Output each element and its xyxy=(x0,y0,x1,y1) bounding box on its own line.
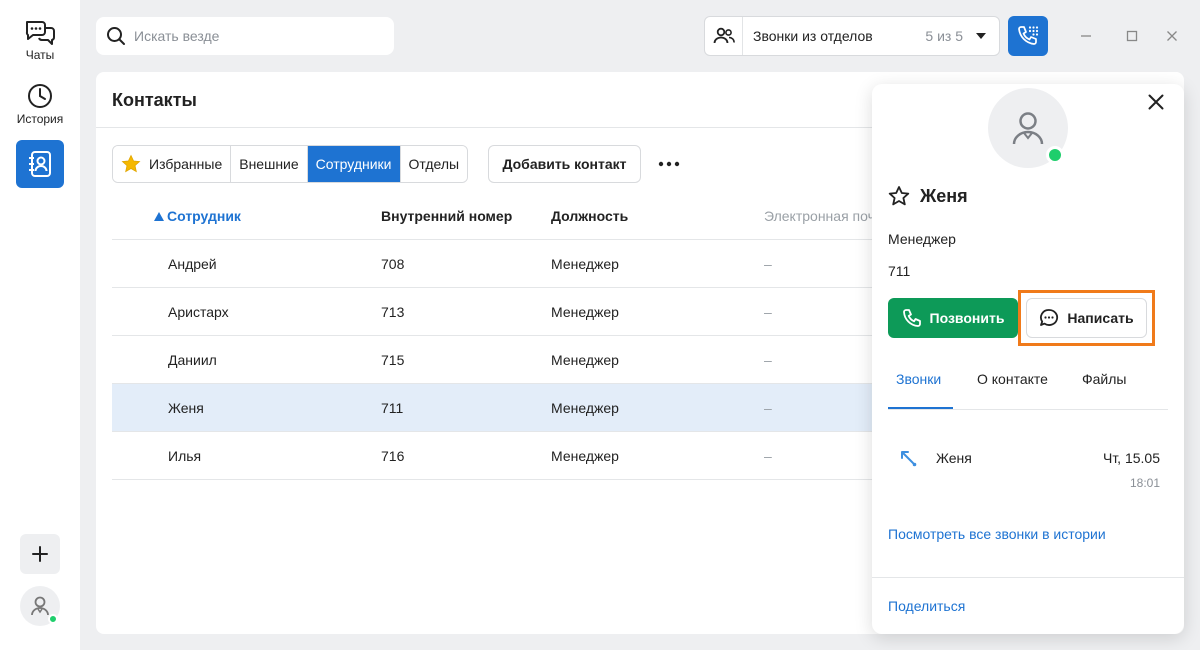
users-group-icon xyxy=(713,27,735,44)
cell-extension: 713 xyxy=(381,304,405,320)
add-contact-button[interactable]: Добавить контакт xyxy=(488,145,641,183)
cell-position: Менеджер xyxy=(551,256,619,272)
cell-name: Женя xyxy=(168,400,204,416)
left-rail: Чаты История xyxy=(0,0,80,650)
online-status-dot xyxy=(1046,146,1064,164)
plus-icon xyxy=(32,546,48,562)
maximize-icon xyxy=(1126,30,1138,42)
contact-name: Женя xyxy=(920,185,968,206)
call-time: 18:01 xyxy=(1129,476,1160,490)
cell-email: – xyxy=(764,304,772,320)
contact-card-tabs: Звонки О контакте Файлы xyxy=(888,368,1168,410)
write-message-label: Написать xyxy=(1067,310,1134,326)
filter-employees[interactable]: Сотрудники xyxy=(307,146,401,182)
rail-item-contacts[interactable] xyxy=(16,140,64,188)
rail-label-history: История xyxy=(16,112,64,126)
tab-files[interactable]: Файлы xyxy=(1082,371,1126,387)
contact-avatar xyxy=(988,88,1068,168)
column-header-email[interactable]: Электронная поч xyxy=(764,208,875,224)
rail-item-history[interactable]: История xyxy=(0,82,80,126)
filter-favorites-label: Избранные xyxy=(149,156,223,172)
cell-position: Менеджер xyxy=(551,400,619,416)
page-title: Контакты xyxy=(112,90,197,110)
contact-card: Женя Менеджер 711 Позвонить Написать Зво… xyxy=(872,84,1184,634)
cell-email: – xyxy=(764,352,772,368)
contact-position: Менеджер xyxy=(888,231,956,247)
window-maximize-button[interactable] xyxy=(1124,28,1140,44)
call-button[interactable]: Позвонить xyxy=(888,298,1018,338)
online-status-dot xyxy=(48,614,58,624)
star-outline-icon[interactable] xyxy=(888,185,910,207)
search-icon xyxy=(107,27,125,45)
add-button[interactable] xyxy=(20,534,60,574)
cell-position: Менеджер xyxy=(551,352,619,368)
cell-extension: 708 xyxy=(381,256,405,272)
more-options-button[interactable] xyxy=(658,154,680,174)
user-icon xyxy=(1012,112,1044,145)
filter-departments[interactable]: Отделы xyxy=(400,146,468,182)
share-link[interactable]: Поделиться xyxy=(888,598,965,614)
user-icon xyxy=(31,596,49,616)
cell-name: Даниил xyxy=(168,352,217,368)
column-header-employee[interactable]: Сотрудник xyxy=(154,208,241,224)
department-calls-count: 5 из 5 xyxy=(925,28,963,44)
filter-departments-label: Отделы xyxy=(408,156,460,172)
close-icon xyxy=(1148,94,1164,110)
call-contact-name: Женя xyxy=(936,450,972,466)
dialpad-call-button[interactable] xyxy=(1008,16,1048,56)
department-calls-select[interactable]: Звонки из отделов 5 из 5 xyxy=(704,16,1000,56)
call-history-item[interactable]: Женя Чт, 15.05 18:01 xyxy=(888,444,1168,494)
outgoing-call-arrow-icon xyxy=(901,451,917,467)
rail-item-chats[interactable]: Чаты xyxy=(0,18,80,62)
global-search[interactable] xyxy=(96,17,394,55)
cell-name: Илья xyxy=(168,448,202,464)
write-message-button[interactable]: Написать xyxy=(1026,298,1147,338)
filter-favorites[interactable]: Избранные xyxy=(113,146,232,182)
cell-email: – xyxy=(764,448,772,464)
cell-extension: 715 xyxy=(381,352,405,368)
tab-calls[interactable]: Звонки xyxy=(896,371,941,387)
star-filled-icon xyxy=(121,154,141,173)
cell-extension: 711 xyxy=(381,400,404,416)
phone-dialpad-icon xyxy=(1018,26,1039,45)
contact-name-row: Женя xyxy=(888,185,968,207)
phone-icon xyxy=(902,309,921,327)
rail-label-chats: Чаты xyxy=(25,48,55,62)
more-horizontal-icon xyxy=(658,161,680,167)
active-tab-indicator xyxy=(888,407,953,409)
filter-employees-label: Сотрудники xyxy=(315,156,392,172)
search-input[interactable] xyxy=(134,28,374,44)
clock-icon xyxy=(28,84,52,108)
card-close-button[interactable] xyxy=(1146,92,1166,112)
call-date: Чт, 15.05 xyxy=(1102,450,1160,466)
cell-email: – xyxy=(764,400,772,416)
filter-external-label: Внешние xyxy=(239,156,299,172)
filter-external[interactable]: Внешние xyxy=(231,146,308,182)
chat-icon xyxy=(25,21,55,45)
cell-position: Менеджер xyxy=(551,304,619,320)
contact-filter-tabs: Избранные Внешние Сотрудники Отделы xyxy=(112,145,469,183)
cell-name: Аристарх xyxy=(168,304,229,320)
cell-email: – xyxy=(764,256,772,272)
close-icon xyxy=(1167,31,1177,41)
column-header-position[interactable]: Должность xyxy=(551,208,628,224)
cell-name: Андрей xyxy=(168,256,217,272)
call-button-label: Позвонить xyxy=(929,310,1005,326)
window-close-button[interactable] xyxy=(1164,28,1180,44)
cell-extension: 716 xyxy=(381,448,405,464)
window-minimize-button[interactable] xyxy=(1078,28,1094,44)
tab-about[interactable]: О контакте xyxy=(977,371,1048,387)
user-avatar[interactable] xyxy=(20,586,60,626)
department-calls-title: Звонки из отделов xyxy=(753,28,873,44)
caret-down-icon xyxy=(976,33,986,39)
message-bubble-icon xyxy=(1040,309,1059,326)
sort-asc-icon xyxy=(154,212,164,221)
column-header-extension[interactable]: Внутренний номер xyxy=(381,208,512,224)
cell-position: Менеджер xyxy=(551,448,619,464)
divider xyxy=(872,577,1184,578)
contacts-book-icon xyxy=(29,151,51,177)
view-all-calls-link[interactable]: Посмотреть все звонки в истории xyxy=(888,526,1106,542)
minimize-icon xyxy=(1081,35,1091,37)
contact-extension: 711 xyxy=(888,263,911,279)
